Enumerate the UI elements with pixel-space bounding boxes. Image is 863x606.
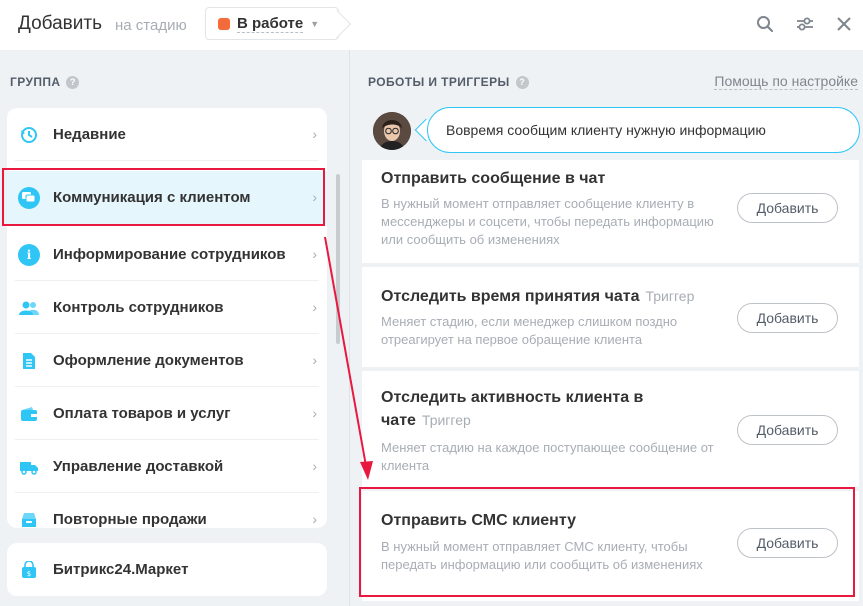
robot-description: В нужный момент отправляет сообщение кли… bbox=[381, 196, 714, 247]
chevron-right-icon: › bbox=[312, 126, 317, 142]
group-item-recent[interactable]: Недавние › bbox=[7, 108, 327, 161]
add-robot-button[interactable]: Добавить bbox=[737, 415, 838, 445]
help-icon[interactable]: ? bbox=[515, 75, 529, 89]
add-robot-button[interactable]: Добавить bbox=[737, 303, 838, 333]
stage-label: на стадию bbox=[115, 17, 187, 34]
truck-icon bbox=[18, 456, 40, 478]
market-bag-icon: $ bbox=[18, 559, 40, 581]
wallet-icon bbox=[18, 403, 40, 425]
header: Добавить на стадию В работе ▼ bbox=[0, 0, 863, 50]
avatar bbox=[373, 112, 411, 150]
chevron-right-icon: › bbox=[312, 405, 317, 421]
settings-sliders-icon[interactable] bbox=[794, 13, 816, 35]
robot-title: Отправить сообщение в чат bbox=[381, 170, 606, 187]
add-robot-button[interactable]: Добавить bbox=[737, 193, 838, 223]
robot-card: Отследить активность клиента в чате Тригг… bbox=[362, 371, 859, 487]
chevron-right-icon: › bbox=[312, 458, 317, 474]
highlight-box-group bbox=[2, 168, 325, 226]
group-item-delivery[interactable]: Управление доставкой › bbox=[7, 440, 327, 493]
group-item-label: Оформление документов bbox=[53, 352, 244, 369]
highlight-box-robot bbox=[359, 487, 855, 597]
group-item-staff-control[interactable]: Контроль сотрудников › bbox=[7, 281, 327, 334]
robots-section-title: РОБОТЫ И ТРИГГЕРЫ ? bbox=[368, 75, 529, 89]
stage-color-dot bbox=[218, 17, 230, 30]
robot-card: Отследить время принятия чата Триггер Мен… bbox=[362, 267, 859, 367]
document-icon bbox=[18, 350, 40, 372]
svg-text:$: $ bbox=[27, 570, 31, 578]
help-icon[interactable]: ? bbox=[66, 75, 80, 89]
robot-title: Отследить время принятия чата Триггер bbox=[381, 288, 695, 305]
group-item-label: Контроль сотрудников bbox=[53, 299, 224, 316]
robot-title: Отследить активность клиента в чате Тригг… bbox=[381, 389, 644, 429]
search-icon[interactable] bbox=[754, 13, 776, 35]
chevron-down-icon: ▼ bbox=[310, 18, 320, 29]
group-section-label: ГРУППА bbox=[10, 75, 61, 89]
chevron-right-icon: › bbox=[312, 299, 317, 315]
group-panel: ГРУППА ? Недавние › Коммуникация с клиен… bbox=[0, 50, 349, 606]
group-item-repeat-sales[interactable]: Повторные продажи › bbox=[7, 493, 327, 528]
hint-text: Вовремя сообщим клиенту нужную информаци… bbox=[446, 122, 766, 138]
robot-description: Меняет стадию, если менеджер слишком поз… bbox=[381, 314, 678, 347]
market-label: Битрикс24.Маркет bbox=[53, 561, 189, 578]
group-item-documents[interactable]: Оформление документов › bbox=[7, 334, 327, 387]
group-item-label: Оплата товаров и услуг bbox=[53, 405, 231, 422]
setup-help-link[interactable]: Помощь по настройке bbox=[714, 73, 858, 90]
page-title: Добавить bbox=[18, 13, 102, 34]
trigger-tag: Триггер bbox=[645, 288, 695, 304]
recent-icon bbox=[18, 124, 40, 146]
repeat-icon bbox=[18, 509, 40, 529]
chevron-right-icon: › bbox=[312, 246, 317, 262]
group-section-title: ГРУППА ? bbox=[10, 75, 80, 89]
trigger-tag: Триггер bbox=[421, 412, 471, 428]
group-item-staff-notifications[interactable]: i Информирование сотрудников › bbox=[7, 228, 327, 281]
market-item[interactable]: $ Битрикс24.Маркет bbox=[7, 543, 327, 596]
chevron-right-icon: › bbox=[312, 352, 317, 368]
robot-card: Отправить сообщение в чат В нужный момен… bbox=[362, 160, 859, 263]
stage-selector[interactable]: В работе ▼ bbox=[205, 7, 339, 40]
users-icon bbox=[18, 297, 40, 319]
group-item-label: Повторные продажи bbox=[53, 511, 207, 528]
group-item-label: Управление доставкой bbox=[53, 458, 224, 475]
hint-bubble: Вовремя сообщим клиенту нужную информаци… bbox=[427, 107, 860, 153]
robots-section-label: РОБОТЫ И ТРИГГЕРЫ bbox=[368, 75, 510, 89]
robot-description: Меняет стадию на каждое поступающее сооб… bbox=[381, 440, 714, 473]
stage-value: В работе bbox=[237, 14, 304, 33]
info-icon: i bbox=[18, 243, 40, 266]
group-list-scrollbar[interactable] bbox=[336, 174, 340, 344]
close-icon[interactable] bbox=[833, 13, 855, 35]
group-item-label: Недавние bbox=[53, 126, 126, 143]
group-item-label: Информирование сотрудников bbox=[53, 246, 286, 263]
chevron-right-icon: › bbox=[312, 511, 317, 527]
group-item-payments[interactable]: Оплата товаров и услуг › bbox=[7, 387, 327, 440]
